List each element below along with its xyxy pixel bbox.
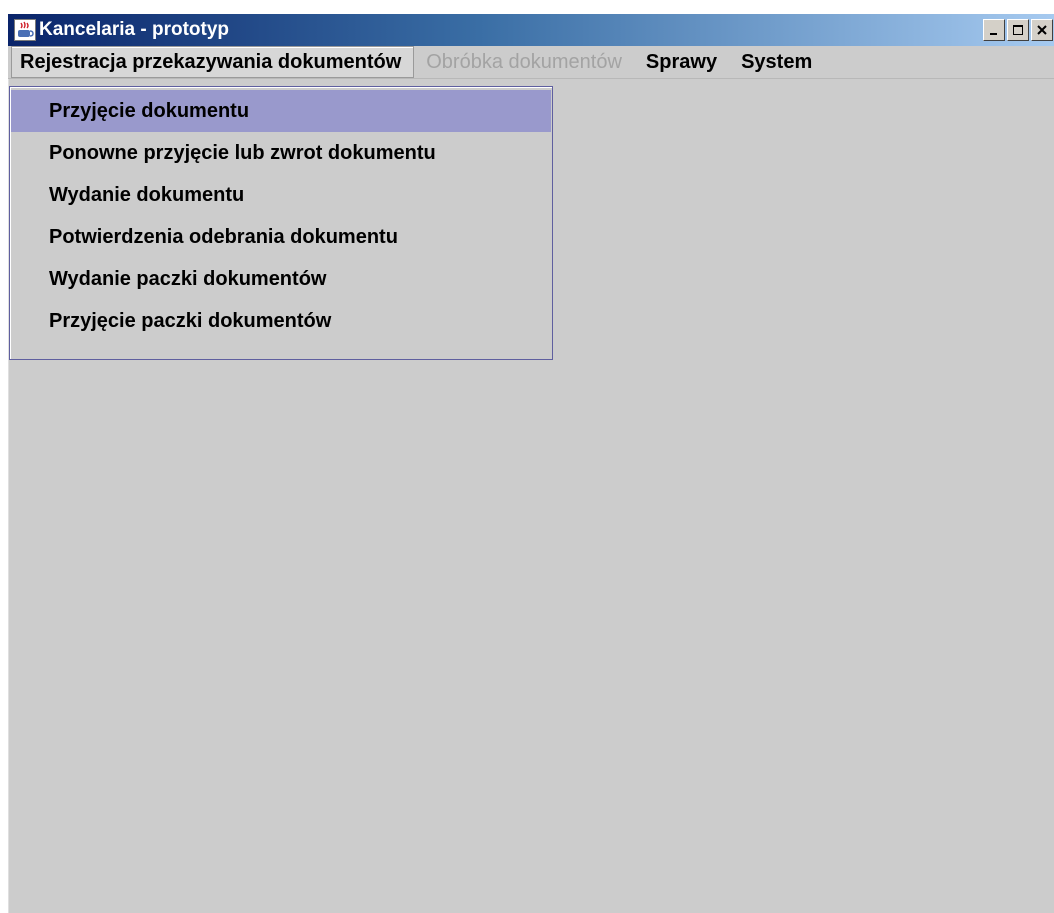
close-icon[interactable] <box>1031 19 1053 41</box>
dropdown-menu: Przyjęcie dokumentu Ponowne przyjęcie lu… <box>9 86 553 360</box>
java-app-icon[interactable] <box>14 19 36 41</box>
menu-sprawy[interactable]: Sprawy <box>634 46 729 78</box>
menu-obrobka[interactable]: Obróbka dokumentów <box>414 46 634 78</box>
menu-item-przyjecie-dokumentu[interactable]: Przyjęcie dokumentu <box>11 90 551 132</box>
menu-rejestracja[interactable]: Rejestracja przekazywania dokumentów <box>11 46 415 78</box>
menu-item-potwierdzenia[interactable]: Potwierdzenia odebrania dokumentu <box>10 216 552 258</box>
menu-item-wydanie-dokumentu[interactable]: Wydanie dokumentu <box>10 174 552 216</box>
maximize-icon[interactable] <box>1007 19 1029 41</box>
title-bar[interactable]: Kancelaria - prototyp <box>8 14 1054 46</box>
menu-item-ponowne-przyjecie[interactable]: Ponowne przyjęcie lub zwrot dokumentu <box>10 132 552 174</box>
menu-item-przyjecie-paczki[interactable]: Przyjęcie paczki dokumentów <box>10 300 552 342</box>
window-title: Kancelaria - prototyp <box>39 19 230 40</box>
minimize-icon[interactable] <box>983 19 1005 41</box>
menu-item-wydanie-paczki[interactable]: Wydanie paczki dokumentów <box>10 258 552 300</box>
window-controls <box>981 19 1053 41</box>
menu-system[interactable]: System <box>729 46 824 78</box>
menu-bar: Rejestracja przekazywania dokumentów Obr… <box>8 46 1054 79</box>
